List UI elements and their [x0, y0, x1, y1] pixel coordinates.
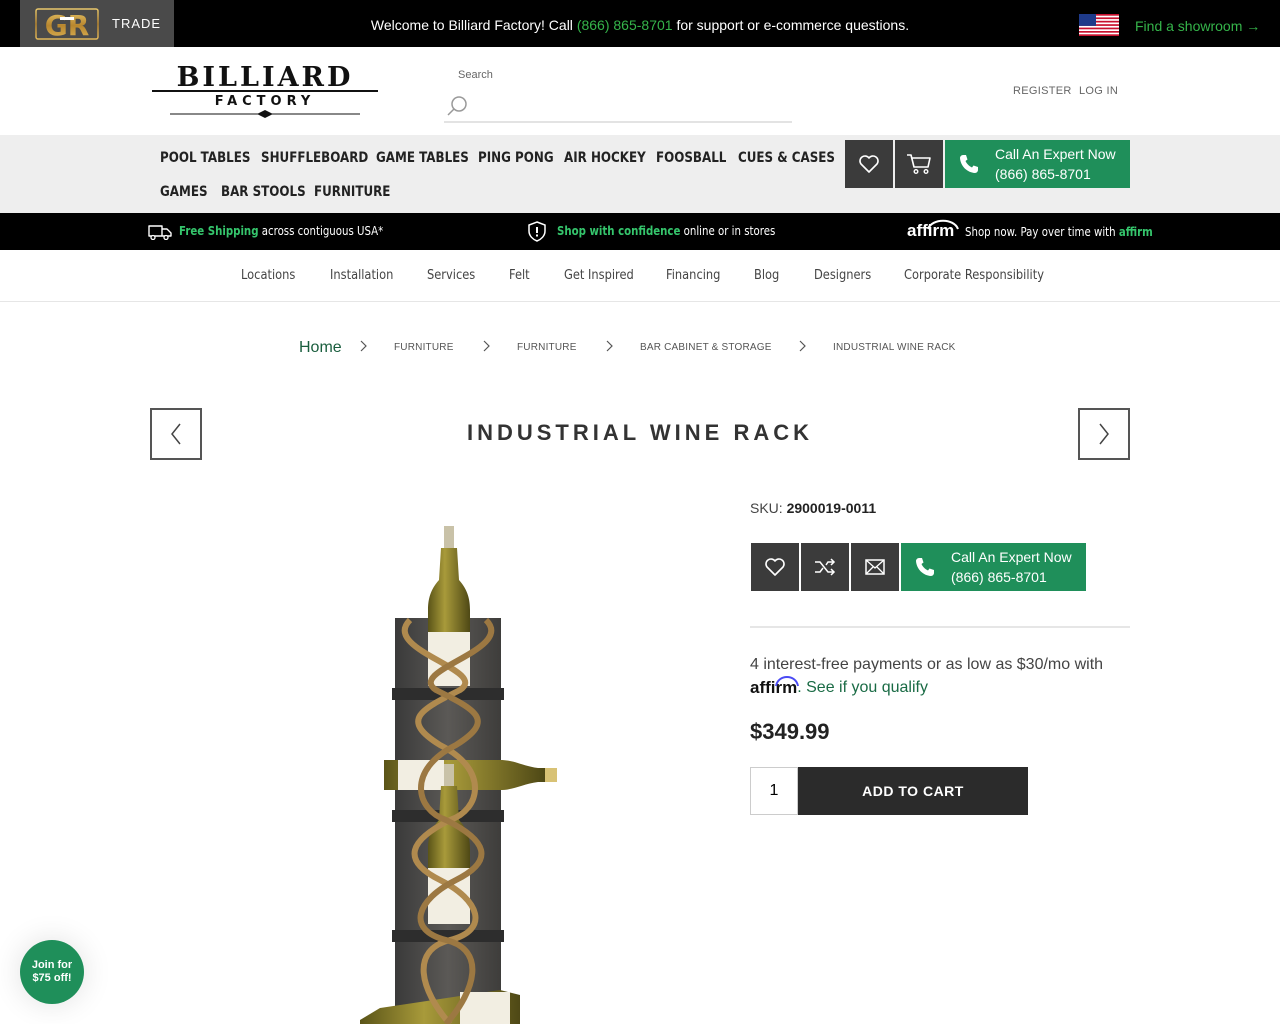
heart-icon: [859, 155, 879, 173]
nav-air-hockey[interactable]: AIR HOCKEY: [564, 150, 646, 166]
breadcrumb-home[interactable]: Home: [299, 339, 342, 357]
chevron-right-icon: [360, 340, 367, 352]
nav-ping-pong[interactable]: PING PONG: [478, 150, 554, 166]
add-to-cart-button[interactable]: ADD TO CART: [798, 767, 1028, 815]
top-bar: GR TRADE Welcome to Billiard Factory! Ca…: [0, 0, 1280, 47]
subnav-installation[interactable]: Installation: [330, 268, 393, 283]
next-product-button[interactable]: [1078, 408, 1130, 460]
affirm-logo: affirm: [750, 676, 799, 698]
nav-shuffleboard[interactable]: SHUFFLEBOARD: [261, 150, 368, 166]
heart-icon: [765, 558, 785, 576]
product-call-expert-phone: (866) 865-8701: [951, 569, 1047, 585]
nav-bar-stools[interactable]: BAR STOOLS: [221, 184, 306, 200]
svg-text:FACTORY: FACTORY: [215, 94, 316, 109]
promo-bar: Free Shipping across contiguous USA* Sho…: [0, 213, 1280, 250]
shield-icon: [528, 221, 546, 242]
free-shipping-promo: Free Shipping across contiguous USA*: [179, 224, 384, 238]
sub-nav: Locations Installation Services Felt Get…: [0, 250, 1280, 302]
chevron-right-icon: [606, 340, 613, 352]
envelope-icon: [865, 559, 885, 575]
sku-value: 2900019-0011: [786, 500, 877, 516]
join-discount-badge[interactable]: Join for $75 off!: [20, 940, 84, 1004]
subnav-get-inspired[interactable]: Get Inspired: [564, 268, 634, 283]
find-showroom-link[interactable]: Find a showroom →: [1135, 18, 1260, 34]
main-nav: POOL TABLES SHUFFLEBOARD GAME TABLES PIN…: [0, 135, 1280, 213]
wishlist-button[interactable]: [845, 140, 893, 188]
subnav-designers[interactable]: Designers: [814, 268, 871, 283]
subnav-services[interactable]: Services: [427, 268, 475, 283]
subnav-locations[interactable]: Locations: [241, 268, 295, 283]
cart-button[interactable]: [895, 140, 943, 188]
svg-text:BILLIARD: BILLIARD: [177, 64, 354, 93]
affirm-arc-icon: [927, 219, 959, 230]
breadcrumb-current: INDUSTRIAL WINE RACK: [833, 342, 956, 353]
divider: [750, 626, 1130, 628]
chevron-right-icon: [799, 340, 806, 352]
search-icon[interactable]: [446, 95, 468, 117]
add-to-wishlist-button[interactable]: [751, 543, 799, 591]
truck-icon: [148, 225, 172, 240]
sku: SKU: 2900019-0011: [750, 500, 877, 516]
phone-icon: [916, 558, 934, 576]
us-flag-icon: [1079, 14, 1119, 36]
subnav-financing[interactable]: Financing: [666, 268, 720, 283]
product-call-expert-label: Call An Expert Now: [951, 549, 1072, 565]
nav-games[interactable]: GAMES: [160, 184, 208, 200]
cart-icon: [907, 154, 931, 175]
nav-cues-cases[interactable]: CUES & CASES: [738, 150, 835, 166]
site-header: BILLIARD FACTORY Search REGISTER LOG IN: [0, 47, 1280, 135]
phone-icon: [960, 155, 978, 173]
chevron-right-icon: [1099, 423, 1109, 445]
support-phone-link[interactable]: (866) 865-8701: [577, 17, 673, 33]
nav-foosball[interactable]: FOOSBALL: [656, 150, 726, 166]
compare-button[interactable]: [801, 543, 849, 591]
call-expert-button[interactable]: Call An Expert Now (866) 865-8701: [945, 140, 1130, 188]
call-expert-phone: (866) 865-8701: [995, 166, 1091, 182]
billiard-factory-logo[interactable]: BILLIARD FACTORY: [150, 64, 380, 120]
breadcrumb-bar-cabinet-storage[interactable]: BAR CABINET & STORAGE: [640, 342, 772, 353]
subnav-felt[interactable]: Felt: [509, 268, 530, 283]
affirm-qualify-row: affirm . See if you qualify: [750, 676, 928, 698]
email-button[interactable]: [851, 543, 899, 591]
register-link[interactable]: REGISTER: [1013, 85, 1072, 97]
quantity-input[interactable]: [750, 767, 798, 815]
shop-confidence-promo: Shop with confidence online or in stores: [557, 224, 776, 238]
subnav-corporate-responsibility[interactable]: Corporate Responsibility: [904, 268, 1044, 283]
chevron-right-icon: [483, 340, 490, 352]
product-price: $349.99: [750, 719, 830, 744]
nav-furniture[interactable]: FURNITURE: [314, 184, 390, 200]
login-link[interactable]: LOG IN: [1079, 85, 1118, 97]
search-input[interactable]: [444, 91, 792, 123]
product-image[interactable]: [340, 520, 580, 1024]
search-label: Search: [458, 69, 493, 81]
nav-pool-tables[interactable]: POOL TABLES: [160, 150, 250, 166]
shuffle-icon: [815, 558, 836, 576]
subnav-blog[interactable]: Blog: [754, 268, 779, 283]
see-if-you-qualify-link[interactable]: . See if you qualify: [797, 679, 928, 697]
affirm-promo: Shop now. Pay over time with affirm: [965, 225, 1153, 239]
call-expert-label: Call An Expert Now: [995, 146, 1116, 162]
nav-game-tables[interactable]: GAME TABLES: [376, 150, 469, 166]
breadcrumb-furniture[interactable]: FURNITURE: [394, 342, 454, 353]
affirm-arc-icon: [775, 676, 799, 687]
affirm-payments-text: 4 interest-free payments or as low as $3…: [750, 656, 1104, 673]
product-call-expert-button[interactable]: Call An Expert Now (866) 865-8701: [901, 543, 1086, 591]
breadcrumb-furniture-sub[interactable]: FURNITURE: [517, 342, 577, 353]
